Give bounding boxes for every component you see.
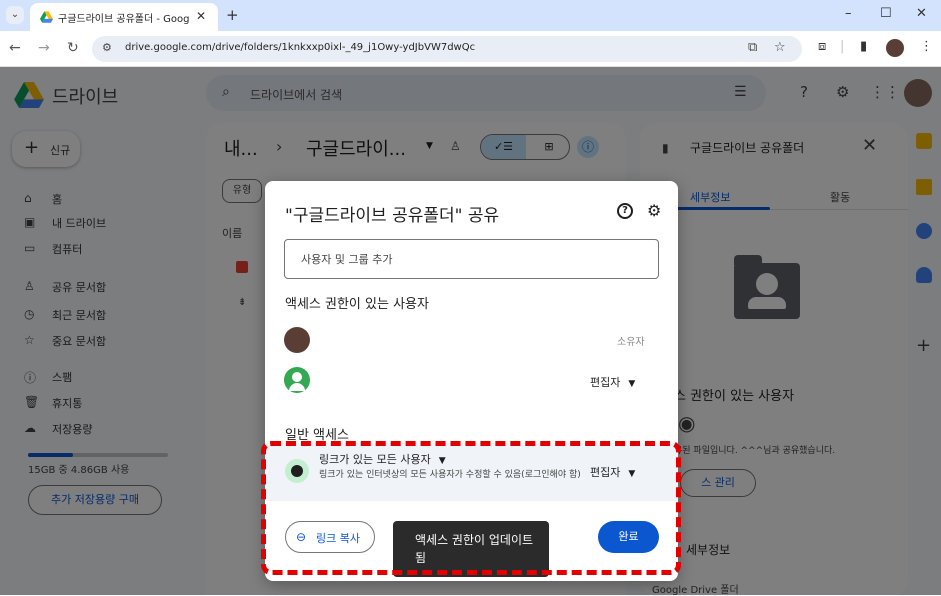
dialog-title: "구글드라이브 공유폴더" 공유 — [285, 206, 500, 226]
owner-avatar — [284, 327, 310, 353]
install-app-icon[interactable]: ⧉ — [748, 40, 757, 55]
url-text: drive.google.com/drive/folders/1knkxxp0i… — [125, 42, 476, 53]
highlight-annotation — [261, 441, 681, 575]
editor-role-label: 편집자 — [590, 376, 621, 389]
dialog-settings-icon[interactable]: ⚙ — [647, 201, 661, 220]
tab-search-icon[interactable]: ⌄ — [6, 6, 24, 24]
forward-icon[interactable]: → — [38, 40, 50, 56]
side-panel-icon[interactable]: ▮ — [860, 39, 867, 54]
drive-favicon-icon — [40, 11, 53, 23]
back-icon[interactable]: ← — [9, 40, 21, 56]
reload-icon[interactable]: ↻ — [67, 40, 79, 56]
address-bar[interactable]: ⚙ drive.google.com/drive/folders/1knkxxp… — [92, 36, 802, 62]
profile-avatar[interactable] — [886, 39, 904, 57]
toolbar-divider: | — [840, 39, 845, 54]
add-people-field[interactable] — [284, 239, 659, 279]
extensions-icon[interactable]: ⧈ — [818, 39, 826, 54]
minimize-icon[interactable]: – — [845, 6, 852, 21]
owner-role: 소유자 — [617, 337, 645, 348]
maximize-icon[interactable]: ☐ — [880, 6, 892, 21]
site-settings-icon[interactable]: ⚙ — [102, 41, 112, 54]
editor-role-select[interactable]: 편집자 ▼ — [590, 374, 635, 390]
editor-avatar — [284, 367, 310, 393]
browser-menu-icon[interactable]: ⋮ — [920, 39, 933, 54]
browser-tab[interactable]: 구글드라이브 공유폴더 - Goog ✕ — [30, 3, 218, 31]
who-has-access-title: 액세스 권한이 있는 사용자 — [285, 297, 429, 312]
close-window-icon[interactable]: ✕ — [916, 6, 927, 21]
dropdown-arrow-icon: ▼ — [628, 379, 636, 389]
add-people-input[interactable] — [285, 240, 658, 278]
new-tab-icon[interactable]: + — [226, 6, 239, 24]
tab-title: 구글드라이브 공유폴더 - Goog — [58, 14, 190, 25]
tab-close-icon[interactable]: ✕ — [196, 9, 206, 23]
bookmark-star-icon[interactable]: ☆ — [774, 40, 786, 55]
dialog-help-icon[interactable]: ? — [617, 203, 633, 219]
